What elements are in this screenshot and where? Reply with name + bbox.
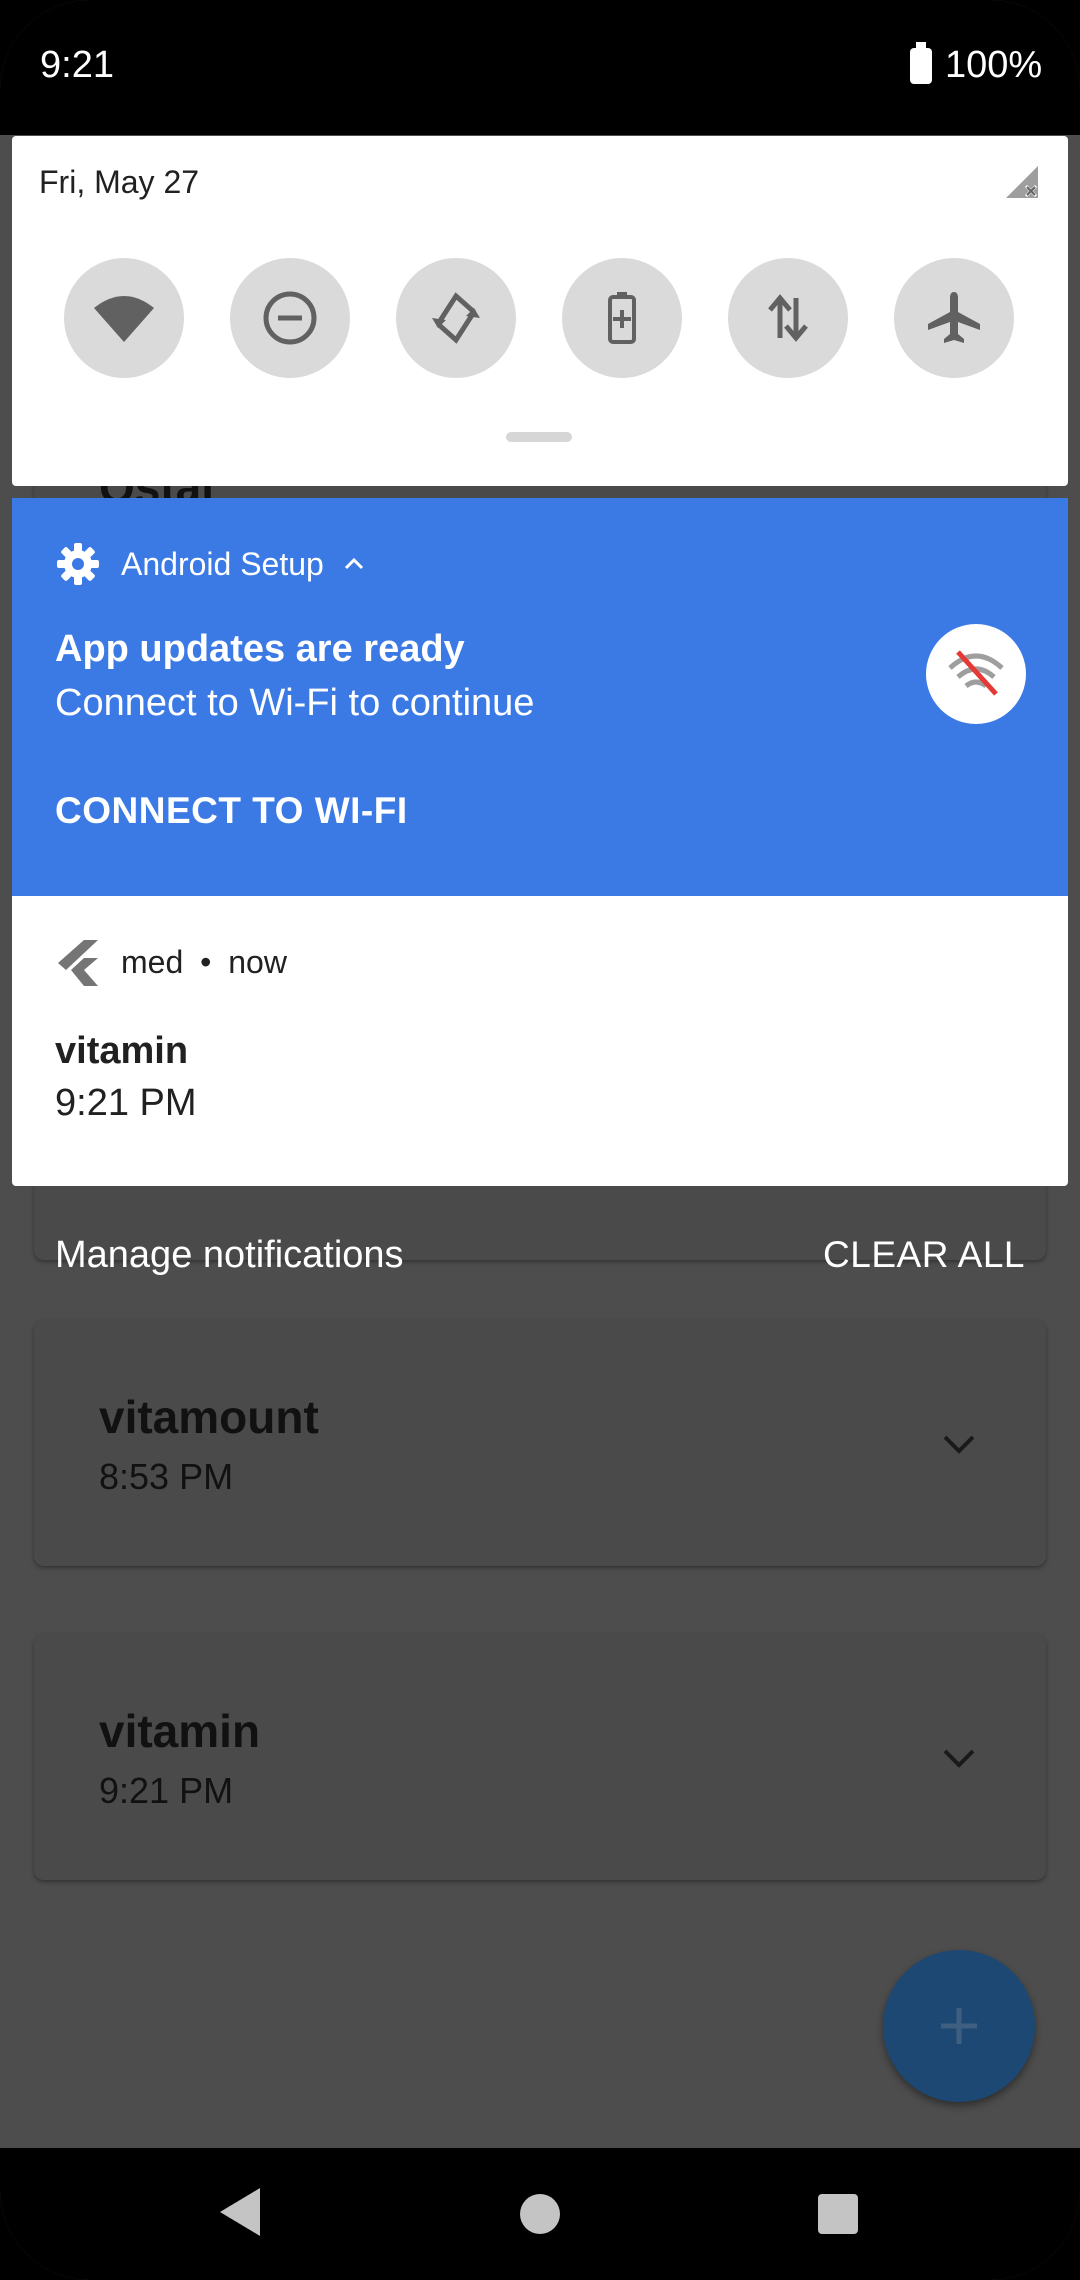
phone-screen: Ostal vitamount 8:53 PM vitamin 9:21 PM … bbox=[0, 0, 1080, 2280]
notification-app-name: med bbox=[121, 944, 184, 980]
plus-icon bbox=[941, 2008, 977, 2044]
do-not-disturb-icon bbox=[263, 291, 317, 345]
mobile-data-icon bbox=[768, 294, 808, 342]
clear-all-button[interactable]: CLEAR ALL bbox=[823, 1234, 1025, 1276]
battery-saver-tile[interactable] bbox=[562, 258, 682, 378]
do-not-disturb-tile[interactable] bbox=[230, 258, 350, 378]
notification-app-name: Android Setup bbox=[121, 546, 324, 582]
notification-header: med • now bbox=[121, 944, 287, 981]
add-button[interactable] bbox=[883, 1950, 1035, 2102]
notification-text: 9:21 PM bbox=[55, 1082, 197, 1124]
mobile-data-tile[interactable] bbox=[728, 258, 848, 378]
airplane-mode-icon bbox=[928, 292, 980, 343]
notification-large-icon bbox=[926, 624, 1026, 724]
notification-med[interactable]: med • now vitamin 9:21 PM bbox=[12, 896, 1068, 1186]
wifi-off-icon bbox=[948, 650, 1004, 696]
battery-saver-icon bbox=[608, 292, 636, 344]
chevron-up-icon[interactable] bbox=[344, 556, 364, 570]
manage-notifications-button[interactable]: Manage notifications bbox=[55, 1234, 404, 1277]
reminder-time: 8:53 PM bbox=[99, 1456, 234, 1497]
notification-android-setup[interactable]: Android Setup App updates are ready Conn… bbox=[12, 498, 1068, 896]
auto-rotate-tile[interactable] bbox=[396, 258, 516, 378]
back-icon[interactable] bbox=[218, 2186, 262, 2238]
navigation-bar bbox=[0, 2148, 1080, 2280]
reminder-title: vitamin bbox=[99, 1705, 261, 1757]
reminder-time: 9:21 PM bbox=[99, 1770, 234, 1811]
status-bar: 9:21 100% bbox=[0, 0, 1080, 135]
flutter-app-icon bbox=[58, 940, 98, 986]
reminder-card[interactable]: vitamin 9:21 PM bbox=[34, 1634, 1046, 1880]
recents-icon[interactable] bbox=[818, 2194, 858, 2234]
signal-no-sim-icon bbox=[1006, 166, 1038, 198]
chevron-down-icon[interactable] bbox=[942, 1748, 976, 1768]
quick-settings-date: Fri, May 27 bbox=[39, 164, 200, 200]
wifi-icon bbox=[94, 296, 154, 342]
status-time: 9:21 bbox=[40, 44, 114, 86]
auto-rotate-icon bbox=[432, 292, 480, 344]
notification-title: App updates are ready bbox=[55, 628, 465, 670]
notification-title: vitamin bbox=[55, 1030, 189, 1072]
battery-icon bbox=[910, 42, 932, 84]
notification-time: now bbox=[228, 944, 287, 980]
quick-settings-panel: Fri, May 27 bbox=[12, 136, 1068, 486]
wifi-tile[interactable] bbox=[64, 258, 184, 378]
chevron-down-icon[interactable] bbox=[942, 1434, 976, 1454]
header-separator: • bbox=[200, 944, 212, 980]
gear-icon bbox=[57, 543, 99, 585]
reminder-title: vitamount bbox=[99, 1391, 319, 1443]
battery-percentage: 100% bbox=[945, 44, 1043, 86]
reminder-card[interactable]: vitamount 8:53 PM bbox=[34, 1320, 1046, 1566]
notification-text: Connect to Wi-Fi to continue bbox=[55, 682, 535, 724]
home-icon[interactable] bbox=[520, 2194, 560, 2234]
drag-handle[interactable] bbox=[506, 432, 572, 442]
airplane-mode-tile[interactable] bbox=[894, 258, 1014, 378]
connect-to-wifi-button[interactable]: CONNECT TO WI-FI bbox=[55, 790, 408, 832]
